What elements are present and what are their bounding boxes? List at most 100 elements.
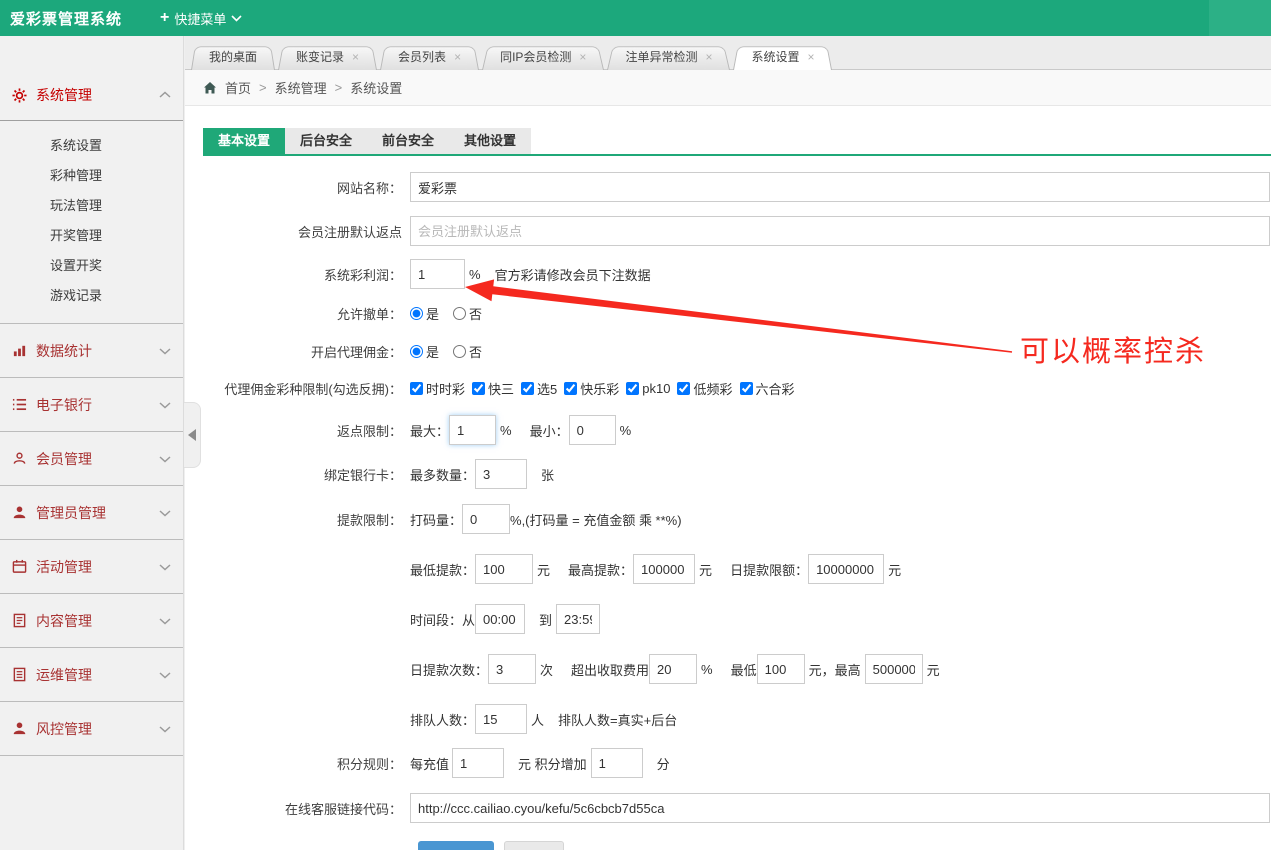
sidebar-item-set-draw[interactable]: 设置开奖: [0, 251, 183, 281]
breadcrumb-system-mgmt[interactable]: 系统管理: [275, 78, 327, 97]
tab-account-changes[interactable]: 账变记录×: [278, 44, 377, 69]
checkbox-icon[interactable]: [410, 382, 423, 395]
allow-cancel-no-radio[interactable]: 否: [453, 304, 482, 323]
sidebar-collapse-handle[interactable]: [184, 402, 201, 468]
bank-card-qty-input[interactable]: [475, 459, 527, 489]
lottery-checkbox-dpc[interactable]: 低频彩: [677, 379, 732, 398]
close-icon[interactable]: ×: [352, 45, 359, 69]
sidebar-group-statistics[interactable]: 数据统计: [0, 324, 183, 378]
points-recharge-input[interactable]: [452, 748, 504, 778]
sidebar-group-members[interactable]: 会员管理: [0, 432, 183, 486]
kefu-link-input[interactable]: [410, 793, 1270, 823]
quick-menu-button[interactable]: + 快捷菜单: [160, 9, 242, 28]
percent-unit: %: [620, 423, 632, 438]
sidebar-item-game-records[interactable]: 游戏记录: [0, 281, 183, 311]
allow-cancel-yes-radio[interactable]: 是: [410, 304, 439, 323]
checkbox-icon[interactable]: [740, 382, 753, 395]
points-add-input[interactable]: [591, 748, 643, 778]
field-label: 绑定银行卡：: [203, 465, 410, 484]
checkbox-icon[interactable]: [626, 382, 639, 395]
close-icon[interactable]: ×: [705, 45, 712, 69]
chevron-left-icon: [188, 429, 196, 441]
queue-input[interactable]: [475, 704, 527, 734]
field-label: 开启代理佣金：: [203, 342, 410, 361]
lottery-checkbox-ssc[interactable]: 时时彩: [410, 379, 465, 398]
sidebar-item-lottery-mgmt[interactable]: 彩种管理: [0, 161, 183, 191]
fee-max-input[interactable]: [865, 654, 923, 684]
form-row-system-profit: 系统彩利润： % 官方彩请修改会员下注数据: [203, 259, 1271, 289]
lottery-checkbox-pk10[interactable]: pk10: [626, 381, 670, 396]
document-icon: [12, 613, 27, 628]
max-label: 最大：: [410, 421, 449, 440]
tab-basic-settings[interactable]: 基本设置: [203, 128, 285, 154]
site-name-input[interactable]: [410, 172, 1270, 202]
agent-commission-no-radio[interactable]: 否: [453, 342, 482, 361]
fee-min-input[interactable]: [757, 654, 805, 684]
radio-icon[interactable]: [410, 345, 423, 358]
percent-unit: %: [701, 662, 713, 677]
form-row-allow-cancel: 允许撤单： 是 否: [203, 303, 1271, 323]
lottery-checkbox-x5[interactable]: 选5: [521, 379, 557, 398]
checkbox-icon[interactable]: [472, 382, 485, 395]
dama-input[interactable]: [462, 504, 510, 534]
sidebar-group-label: 系统管理: [36, 85, 92, 105]
radio-icon[interactable]: [453, 307, 466, 320]
daily-limit-input[interactable]: [808, 554, 884, 584]
lottery-checkbox-k3[interactable]: 快三: [472, 379, 514, 398]
radio-icon[interactable]: [410, 307, 423, 320]
sidebar-group-ebank[interactable]: 电子银行: [0, 378, 183, 432]
checkbox-icon[interactable]: [521, 382, 534, 395]
tab-backend-security[interactable]: 后台安全: [285, 128, 367, 154]
sidebar-item-system-settings[interactable]: 系统设置: [0, 131, 183, 161]
sidebar-group-risk[interactable]: 风控管理: [0, 702, 183, 756]
sidebar-group-ops[interactable]: 运维管理: [0, 648, 183, 702]
time-to-input[interactable]: [556, 604, 600, 634]
sidebar-item-play-mgmt[interactable]: 玩法管理: [0, 191, 183, 221]
radio-icon[interactable]: [453, 345, 466, 358]
tab-bet-anomaly-check[interactable]: 注单异常检测×: [607, 44, 730, 69]
unit-yuan: 元: [927, 660, 940, 679]
time-from-input[interactable]: [475, 604, 525, 634]
close-icon[interactable]: ×: [579, 45, 586, 69]
tab-member-list[interactable]: 会员列表×: [380, 44, 479, 69]
close-icon[interactable]: ×: [807, 45, 814, 69]
rebate-min-input[interactable]: [569, 415, 616, 445]
close-icon[interactable]: ×: [454, 45, 461, 69]
breadcrumb-system-settings[interactable]: 系统设置: [350, 78, 402, 97]
max-withdraw-input[interactable]: [633, 554, 695, 584]
default-rebate-input[interactable]: [410, 216, 1270, 246]
save-button[interactable]: 保存: [418, 841, 494, 850]
sidebar-group-label: 数据统计: [36, 341, 92, 361]
form-row-commission-lotteries: 代理佣金彩种限制(勾选反拥)： 时时彩 快三 选5 快乐彩 pk10 低频彩 六…: [203, 378, 1271, 398]
lottery-checkbox-lhc[interactable]: 六合彩: [740, 379, 795, 398]
fee-input[interactable]: [649, 654, 697, 684]
sidebar-group-activities[interactable]: 活动管理: [0, 540, 183, 594]
tab-my-desktop[interactable]: 我的桌面: [191, 44, 275, 69]
system-profit-input[interactable]: [410, 259, 465, 289]
breadcrumb-home[interactable]: 首页: [225, 78, 251, 97]
min-withdraw-input[interactable]: [475, 554, 533, 584]
checkbox-icon[interactable]: [677, 382, 690, 395]
form-row-kefu: 在线客服链接代码：: [203, 793, 1271, 823]
sidebar-group-system[interactable]: 系统管理: [0, 70, 183, 120]
sidebar-group-label: 运维管理: [36, 665, 92, 685]
tab-other-settings[interactable]: 其他设置: [449, 128, 531, 154]
tab-frontend-security[interactable]: 前台安全: [367, 128, 449, 154]
sidebar-group-content[interactable]: 内容管理: [0, 594, 183, 648]
quick-menu-label: 快捷菜单: [174, 9, 226, 28]
cancel-button[interactable]: 取消: [504, 841, 564, 850]
app-header: 爱彩票管理系统 + 快捷菜单: [0, 0, 1271, 36]
tab-system-settings[interactable]: 系统设置×: [733, 44, 832, 69]
daily-times-input[interactable]: [488, 654, 536, 684]
sidebar-item-draw-mgmt[interactable]: 开奖管理: [0, 221, 183, 251]
checkbox-icon[interactable]: [564, 382, 577, 395]
sidebar-group-admins[interactable]: 管理员管理: [0, 486, 183, 540]
field-label: 积分规则：: [203, 754, 410, 773]
chevron-down-icon: [159, 563, 171, 571]
tab-same-ip-check[interactable]: 同IP会员检测×: [482, 44, 604, 69]
header-user-area[interactable]: [1209, 0, 1271, 36]
rebate-max-input[interactable]: [449, 415, 496, 445]
lottery-checkbox-klc[interactable]: 快乐彩: [564, 379, 619, 398]
list-icon: [12, 397, 27, 412]
agent-commission-yes-radio[interactable]: 是: [410, 342, 439, 361]
